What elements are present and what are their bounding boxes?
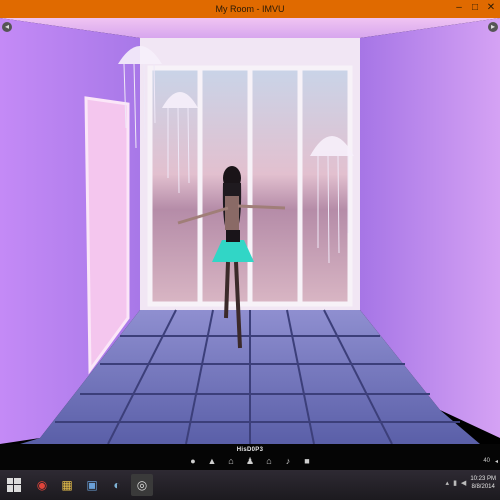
- avatar-username: HisD0P3: [236, 447, 264, 453]
- top-left-scene-icon[interactable]: ◂: [2, 22, 12, 32]
- shop-bag-icon[interactable]: ■: [302, 456, 312, 466]
- network-icon[interactable]: ▮: [453, 479, 457, 487]
- participant-count: 40: [483, 458, 490, 464]
- windows-logo-icon: [7, 478, 21, 492]
- hanger-icon[interactable]: ⌂: [226, 456, 236, 466]
- chrome-icon[interactable]: ◉: [31, 474, 53, 496]
- window-title: My Room - IMVU: [215, 4, 285, 14]
- expand-icon[interactable]: ◂: [495, 458, 498, 465]
- close-button[interactable]: ✕: [484, 1, 498, 15]
- start-button[interactable]: [0, 470, 28, 500]
- volume-icon[interactable]: ◀: [461, 479, 466, 487]
- window-controls: – □ ✕: [452, 1, 498, 15]
- media-player-icon[interactable]: ◐: [106, 474, 128, 496]
- windows-taskbar: ◉ ▦ ▣ ◐ ◎ ▴ ▮ ◀ 10:23 PM 8/8/2014: [0, 470, 500, 500]
- game-toolbar: HisD0P3 ● ▲ ⌂ ♟ ⌂ ♪ ■ 40 ◂: [0, 444, 500, 470]
- person-icon[interactable]: ♟: [245, 456, 255, 466]
- maximize-button[interactable]: □: [468, 1, 482, 15]
- title-bar: My Room - IMVU – □ ✕: [0, 0, 500, 18]
- top-right-scene-icon[interactable]: ▸: [488, 22, 498, 32]
- file-explorer-icon[interactable]: ▦: [56, 474, 78, 496]
- room-viewport[interactable]: ◂ ▸: [0, 18, 500, 444]
- music-icon[interactable]: ♪: [283, 456, 293, 466]
- system-clock[interactable]: 10:23 PM 8/8/2014: [470, 475, 496, 491]
- clock-date: 8/8/2014: [471, 484, 495, 490]
- toolbar-icons: ● ▲ ⌂ ♟ ⌂ ♪ ■: [0, 456, 500, 466]
- shirt-icon[interactable]: ▲: [207, 456, 217, 466]
- minimize-button[interactable]: –: [452, 1, 466, 15]
- photos-icon[interactable]: ▣: [81, 474, 103, 496]
- clock-time: 10:23 PM: [470, 476, 496, 482]
- system-tray: ▴ ▮ ◀ 10:23 PM 8/8/2014: [446, 475, 496, 491]
- tray-arrow-icon[interactable]: ▴: [446, 479, 450, 487]
- room-render: [0, 18, 500, 444]
- home-icon[interactable]: ⌂: [264, 456, 274, 466]
- imvu-icon[interactable]: ◎: [131, 474, 153, 496]
- chat-bubble-icon[interactable]: ●: [188, 456, 198, 466]
